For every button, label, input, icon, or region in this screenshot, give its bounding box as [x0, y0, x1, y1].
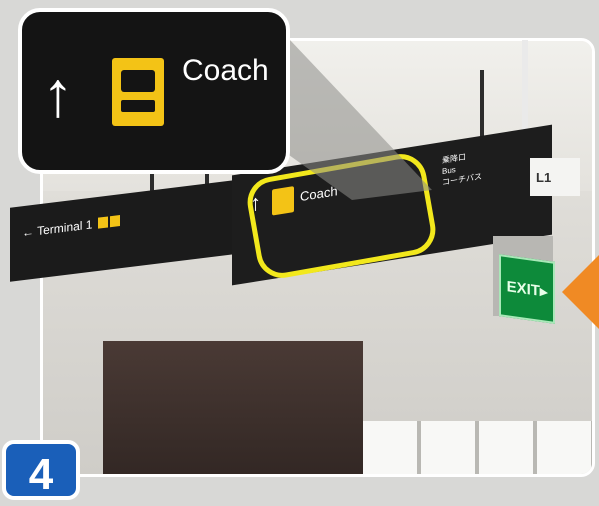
up-arrow-icon: ↑ — [42, 58, 74, 130]
zoom-coach-label: Coach — [182, 54, 269, 87]
orange-pointer-icon — [562, 254, 599, 330]
bus-icon — [109, 214, 120, 228]
left-arrow-icon: ← — [22, 224, 34, 241]
level-label: L1 — [536, 169, 552, 185]
step-number-badge: 4 — [2, 440, 80, 500]
zoom-inset: ↑ Coach — [18, 8, 290, 174]
japanese-sign-text: 乗降口 Bus コーチバス — [442, 152, 482, 188]
exit-label: EXIT — [506, 277, 540, 300]
bus-icon — [97, 216, 108, 229]
play-arrow-icon: ▸ — [539, 282, 548, 301]
level-sign: L1 — [530, 158, 580, 196]
windows — [363, 421, 592, 474]
step-number: 4 — [28, 450, 54, 499]
exit-sign: EXIT ▸ — [499, 254, 555, 324]
bus-icon — [112, 58, 164, 126]
brick-pillar — [103, 341, 363, 474]
